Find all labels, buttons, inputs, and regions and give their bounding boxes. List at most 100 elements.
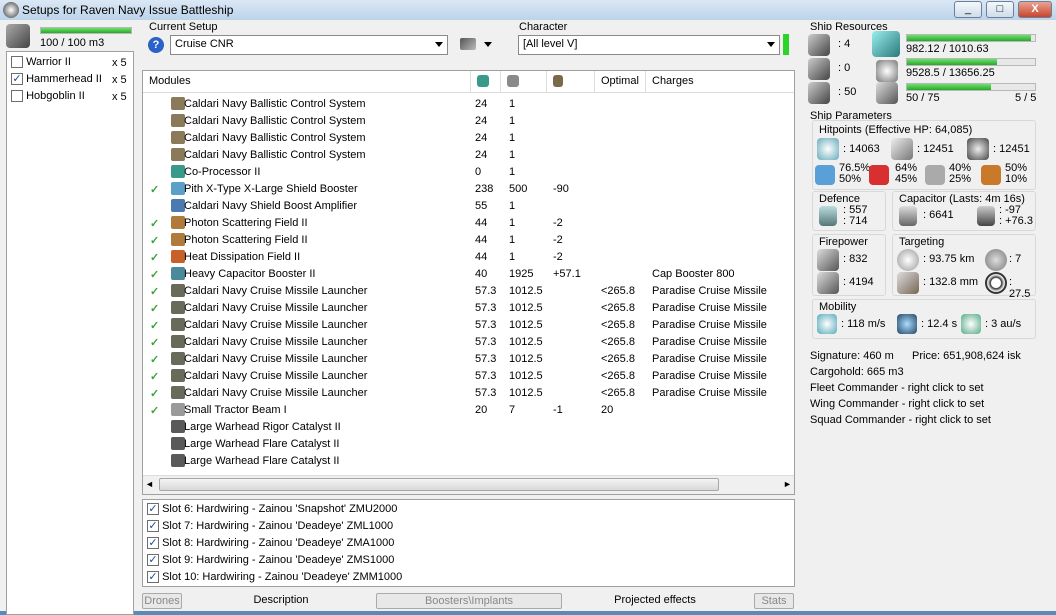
module-row[interactable]: Large Warhead Flare Catalyst II (143, 453, 794, 470)
module-row[interactable]: ✓ Caldari Navy Cruise Missile Launcher 57.… (143, 385, 794, 402)
col-modules[interactable]: Modules (143, 71, 471, 93)
module-row[interactable]: ✓ Heat Dissipation Field II 44 1 -2 (143, 249, 794, 266)
module-row[interactable]: ✓ Photon Scattering Field II 44 1 -2 (143, 215, 794, 232)
close-button[interactable]: X (1018, 1, 1052, 18)
module-cpu: 40 (475, 268, 488, 280)
col-power[interactable] (501, 71, 547, 93)
module-optimal: <265.8 (601, 387, 635, 399)
module-row[interactable]: ✓ Caldari Navy Cruise Missile Launcher 57.… (143, 283, 794, 300)
module-active-check: ✓ (150, 235, 160, 247)
implant-checkbox[interactable]: ✓ (147, 537, 159, 550)
col-cpu[interactable] (471, 71, 501, 93)
module-optimal: <265.8 (601, 285, 635, 297)
implant-checkbox[interactable]: ✓ (147, 503, 159, 516)
maximize-button[interactable]: □ (986, 1, 1014, 18)
scan-resolution-icon (897, 272, 919, 294)
turret-icon (808, 34, 830, 56)
module-cpu: 0 (475, 166, 482, 178)
module-power: 1925 (509, 268, 534, 280)
kinetic-armor: 25% (949, 173, 972, 185)
fitting-tool-icon[interactable] (460, 38, 476, 50)
horizontal-scrollbar[interactable]: ◄ ► (143, 475, 794, 494)
module-row[interactable]: ✓ Pith X-Type X-Large Shield Booster 238 50… (143, 181, 794, 198)
drone-item[interactable]: Hobgoblin II (11, 90, 85, 103)
chevron-down-icon[interactable] (484, 42, 492, 47)
scroll-right-icon[interactable]: ► (783, 479, 792, 489)
implant-item[interactable]: ✓ Slot 10: Hardwiring - Zainou 'Deadeye'… (147, 571, 402, 584)
drone-checkbox[interactable] (11, 56, 23, 69)
module-row[interactable]: ✓ Caldari Navy Cruise Missile Launcher 57.… (143, 300, 794, 317)
kinetic-resist: 40% 25% (949, 163, 971, 185)
module-row[interactable]: Caldari Navy Ballistic Control System 24 1 (143, 130, 794, 147)
module-row[interactable]: ✓ Caldari Navy Cruise Missile Launcher 57.… (143, 317, 794, 334)
fleet-commander[interactable]: Fleet Commander - right click to set (810, 382, 984, 394)
warp-speed: : 3 au/s (985, 318, 1022, 330)
setup-select[interactable]: Cruise CNR (170, 35, 448, 55)
implant-checkbox[interactable]: ✓ (147, 554, 159, 567)
implant-item[interactable]: ✓ Slot 8: Hardwiring - Zainou 'Deadeye' … (147, 537, 394, 550)
capacitor-recharge: : +76.3 (999, 215, 1033, 227)
implant-item[interactable]: ✓ Slot 7: Hardwiring - Zainou 'Deadeye' … (147, 520, 393, 533)
capacitor-icon (553, 75, 563, 87)
module-row[interactable]: ✓ Heavy Capacitor Booster II 40 1925 +57.1 Ca… (143, 266, 794, 283)
module-row[interactable]: Caldari Navy Ballistic Control System 24 1 (143, 96, 794, 113)
cpu-value: 982.12 / 1010.63 (906, 43, 989, 55)
module-row[interactable]: ✓ Small Tractor Beam I 20 7 -1 20 (143, 402, 794, 419)
chevron-down-icon (767, 42, 775, 47)
max-targets-icon (985, 249, 1007, 271)
targeting-title: Targeting (899, 236, 945, 248)
firepower-group: Firepower : 832 : 4194 (812, 234, 886, 296)
drone-item[interactable]: Warrior II (11, 56, 71, 69)
col-capacitor[interactable] (547, 71, 595, 93)
wing-commander[interactable]: Wing Commander - right click to set (810, 398, 984, 410)
minimize-button[interactable]: _ (954, 1, 982, 18)
em-resist-icon (815, 165, 835, 185)
module-cpu: 44 (475, 234, 488, 246)
tab-boosters-implants[interactable]: Boosters\Implants (376, 593, 562, 609)
module-row[interactable]: ✓ Caldari Navy Cruise Missile Launcher 57.… (143, 368, 794, 385)
module-cpu: 238 (475, 183, 494, 195)
col-optimal[interactable]: Optimal (595, 71, 646, 93)
col-charges[interactable]: Charges (646, 71, 794, 93)
implant-checkbox[interactable]: ✓ (147, 520, 159, 533)
warp-speed-icon (961, 314, 981, 334)
module-cpu: 24 (475, 132, 488, 144)
module-cpu: 44 (475, 251, 488, 263)
module-row[interactable]: Caldari Navy Ballistic Control System 24 1 (143, 147, 794, 164)
scrollbar-thumb[interactable] (159, 478, 719, 491)
setup-label: Current Setup (149, 21, 218, 33)
module-name: Caldari Navy Cruise Missile Launcher (184, 353, 368, 365)
module-name: Caldari Navy Ballistic Control System (184, 149, 366, 161)
module-power: 1 (509, 98, 516, 110)
module-name: Large Warhead Flare Catalyst II (184, 455, 340, 467)
help-icon[interactable]: ? (148, 37, 164, 53)
drone-checkbox[interactable]: ✓ (11, 73, 23, 86)
module-row[interactable]: Caldari Navy Shield Boost Amplifier 55 1 (143, 198, 794, 215)
module-name: Pith X-Type X-Large Shield Booster (184, 183, 358, 195)
module-row[interactable]: Large Warhead Flare Catalyst II (143, 436, 794, 453)
module-icon (171, 454, 185, 467)
module-row[interactable]: Large Warhead Rigor Catalyst II (143, 419, 794, 436)
tab-drones[interactable]: Drones (142, 593, 182, 609)
scroll-left-icon[interactable]: ◄ (145, 479, 154, 489)
drone-item[interactable]: ✓ Hammerhead II (11, 73, 102, 86)
tab-projected-effects[interactable]: Projected effects (562, 593, 748, 609)
implant-item[interactable]: ✓ Slot 6: Hardwiring - Zainou 'Snapshot'… (147, 503, 397, 516)
module-cpu: 57.3 (475, 285, 497, 297)
tab-stats[interactable]: Stats (754, 593, 794, 609)
drone-checkbox[interactable] (11, 90, 23, 103)
implant-checkbox[interactable]: ✓ (147, 571, 159, 584)
module-row[interactable]: Co-Processor II 0 1 (143, 164, 794, 181)
sensor-strength: : 27.5 (1009, 276, 1031, 300)
module-row[interactable]: ✓ Caldari Navy Cruise Missile Launcher 57.… (143, 351, 794, 368)
squad-commander[interactable]: Squad Commander - right click to set (810, 414, 991, 426)
module-row[interactable]: Caldari Navy Ballistic Control System 24 1 (143, 113, 794, 130)
module-icon (171, 284, 185, 297)
character-select[interactable]: [All level V] (518, 35, 780, 55)
module-row[interactable]: ✓ Photon Scattering Field II 44 1 -2 (143, 232, 794, 249)
module-name: Caldari Navy Cruise Missile Launcher (184, 319, 368, 331)
tab-description[interactable]: Description (186, 593, 376, 609)
implant-item[interactable]: ✓ Slot 9: Hardwiring - Zainou 'Deadeye' … (147, 554, 394, 567)
module-row[interactable]: ✓ Caldari Navy Cruise Missile Launcher 57.… (143, 334, 794, 351)
armor-hp: : 12451 (917, 143, 954, 155)
